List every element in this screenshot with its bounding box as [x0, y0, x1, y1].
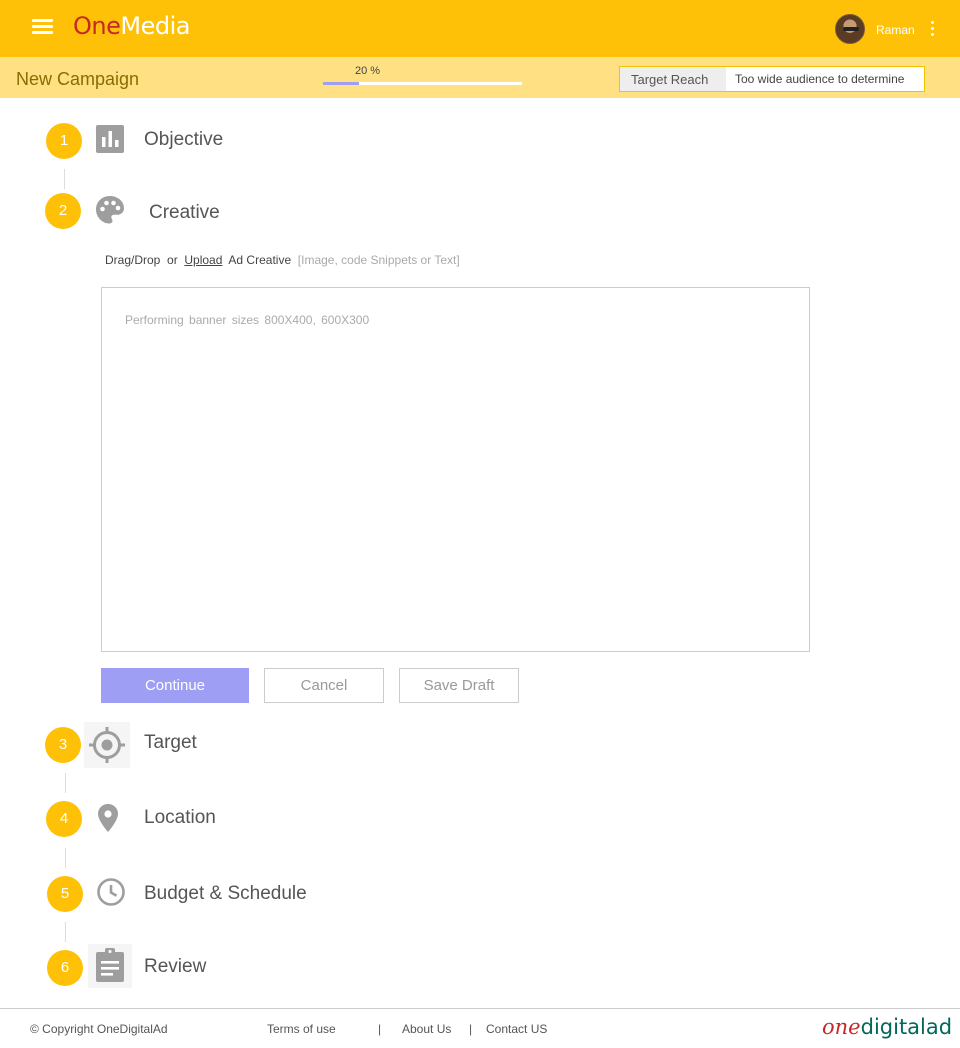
palette-icon [96, 196, 124, 224]
step-connector [65, 922, 66, 942]
page-title: New Campaign [16, 69, 140, 89]
progress-fill [323, 82, 359, 85]
brand-part-one: one [822, 1015, 861, 1039]
step-number-6[interactable]: 6 [47, 950, 83, 986]
clock-icon [97, 878, 125, 906]
copyright-text: © Copyright OneDigitalAd [30, 1022, 168, 1036]
save-draft-button[interactable]: Save Draft [399, 668, 519, 703]
crosshair-icon [84, 722, 130, 768]
target-reach-value: Too wide audience to determine [735, 72, 905, 86]
clipboard-icon [88, 944, 132, 988]
step-title-location[interactable]: Location [144, 807, 216, 829]
target-reach-box: Target Reach Too wide audience to determ… [619, 66, 925, 92]
drop-zone-placeholder: Performing banner sizes 800X400, 600X300 [125, 313, 370, 327]
step-title-creative[interactable]: Creative [149, 202, 220, 224]
footer-separator: | [378, 1022, 382, 1036]
progress-bar [323, 82, 522, 85]
step-title-review[interactable]: Review [144, 956, 206, 978]
user-name[interactable]: Raman [876, 23, 915, 37]
about-us-link[interactable]: About Us [402, 1022, 451, 1036]
brand-part-digitalad: digitalad [860, 1015, 953, 1039]
step-connector [65, 773, 66, 793]
progress-label: 20 % [355, 65, 381, 77]
drag-drop-text: Drag/Drop [105, 253, 161, 267]
logo-part-media: Media [120, 12, 190, 40]
creative-drop-zone[interactable]: Performing banner sizes 800X400, 600X300 [101, 287, 810, 652]
app-logo[interactable]: OneMedia [73, 12, 190, 40]
campaign-header: New Campaign 20 % Target Reach Too wide … [0, 57, 960, 98]
step-connector [65, 848, 66, 868]
top-app-bar: OneMedia Raman [0, 0, 960, 57]
step-number-1[interactable]: 1 [46, 123, 82, 159]
continue-button[interactable]: Continue [101, 668, 249, 703]
step-number-4[interactable]: 4 [46, 801, 82, 837]
upload-hint: [Image, code Snippets or Text] [297, 253, 460, 267]
upload-instructions: Drag/Drop or Upload Ad Creative [Image, … [105, 253, 460, 267]
contact-us-link[interactable]: Contact US [486, 1022, 547, 1036]
page-footer: © Copyright OneDigitalAd Terms of use | … [0, 1008, 960, 1048]
kebab-vertical-icon[interactable] [931, 21, 935, 39]
target-reach-label: Target Reach [620, 67, 726, 91]
step-title-target[interactable]: Target [144, 732, 197, 754]
cancel-button[interactable]: Cancel [264, 668, 384, 703]
ad-creative-text: Ad Creative [228, 253, 292, 267]
bar-chart-icon [96, 125, 124, 153]
step-title-budget-schedule[interactable]: Budget & Schedule [144, 883, 307, 905]
footer-separator: | [469, 1022, 473, 1036]
step-number-5[interactable]: 5 [47, 876, 83, 912]
upload-link[interactable]: Upload [184, 253, 222, 267]
step-number-3[interactable]: 3 [45, 727, 81, 763]
hamburger-icon[interactable] [32, 17, 54, 35]
brand-logo[interactable]: onedigitalad [822, 1015, 952, 1039]
step-connector [64, 169, 65, 189]
avatar[interactable] [835, 14, 865, 44]
step-title-objective[interactable]: Objective [144, 129, 223, 151]
logo-part-one: One [73, 12, 121, 40]
map-pin-icon [98, 804, 118, 832]
terms-of-use-link[interactable]: Terms of use [267, 1022, 336, 1036]
or-text: or [167, 253, 178, 267]
step-number-2[interactable]: 2 [45, 193, 81, 229]
